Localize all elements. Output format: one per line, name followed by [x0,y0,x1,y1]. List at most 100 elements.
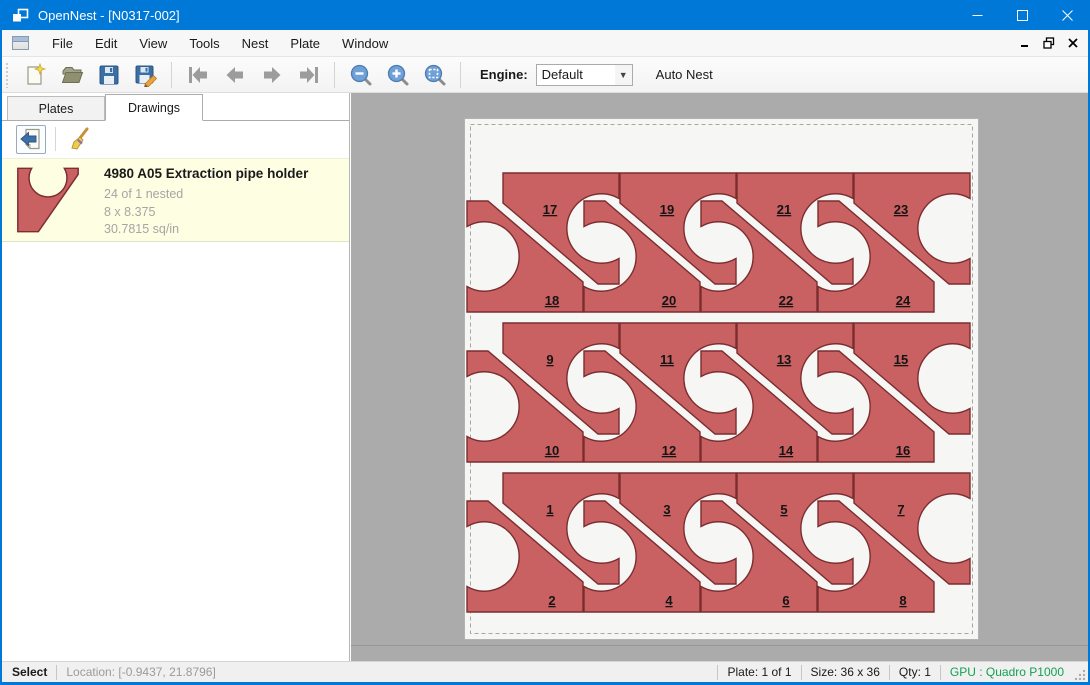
document-arrow-left-icon [19,127,43,151]
toolbar-separator [171,62,172,88]
status-separator [889,665,890,680]
status-size: Size: 36 x 36 [811,665,880,679]
tab-drawings[interactable]: Drawings [105,94,203,121]
status-mode: Select [12,665,47,679]
resize-grip[interactable] [1072,667,1086,681]
part-number-label: 2 [548,593,555,608]
part-number-label: 15 [894,352,908,367]
part-number-label: 4 [665,593,673,608]
chevron-down-icon[interactable]: ▼ [615,65,632,85]
go-first-icon [186,63,210,87]
toolbar-separator [334,62,335,88]
part-number-label: 1 [546,502,553,517]
status-plate: Plate: 1 of 1 [727,665,791,679]
part-number-label: 14 [779,443,794,458]
part-number-label: 13 [777,352,791,367]
clean-button[interactable] [65,125,95,154]
save-as-button[interactable] [127,59,164,91]
go-previous-button[interactable] [216,59,253,91]
part-area: 30.7815 sq/in [104,221,308,239]
menu-item-window[interactable]: Window [331,31,399,56]
broom-icon [68,127,92,151]
menu-item-file[interactable]: File [41,31,84,56]
main-toolbar: Engine: Default ▼ Auto Nest [2,57,1088,93]
engine-label: Engine: [480,67,528,82]
menu-item-view[interactable]: View [128,31,178,56]
menu-item-plate[interactable]: Plate [279,31,331,56]
app-icon [12,8,29,23]
application-window: OpenNest - [N0317-002] File Edit View To… [0,0,1090,685]
part-number-label: 19 [660,202,674,217]
go-previous-icon [223,63,247,87]
status-gpu: GPU : Quadro P1000 [950,665,1064,679]
mdi-minimize-button[interactable] [1016,35,1034,51]
part-number-label: 21 [777,202,791,217]
zoom-out-icon [349,63,373,87]
import-drawing-button[interactable] [16,125,46,154]
part-number-label: 16 [896,443,910,458]
mdi-document-icon [12,36,29,50]
status-qty: Qty: 1 [899,665,931,679]
sidebar-tabs: Plates Drawings [2,93,349,121]
menu-item-edit[interactable]: Edit [84,31,128,56]
part-number-label: 8 [899,593,906,608]
part-number-label: 5 [780,502,787,517]
close-button[interactable] [1045,0,1090,30]
part-number-label: 10 [545,443,559,458]
part-number-label: 18 [545,293,559,308]
plate[interactable]: 171819202122232491011121314151612345678 [464,118,979,640]
go-last-icon [297,63,321,87]
engine-value: Default [537,67,615,82]
part-number-label: 7 [897,502,904,517]
open-folder-icon [60,63,84,87]
part-title: 4980 A05 Extraction pipe holder [104,166,308,181]
menu-item-tools[interactable]: Tools [178,31,230,56]
nest-canvas[interactable]: 171819202122232491011121314151612345678 [351,93,1088,661]
status-separator [56,665,57,680]
zoom-out-button[interactable] [342,59,379,91]
part-number-label: 6 [782,593,789,608]
part-nested-count: 24 of 1 nested [104,186,308,204]
go-next-button[interactable] [253,59,290,91]
zoom-fit-icon [423,63,447,87]
minimize-button[interactable] [955,0,1000,30]
engine-select[interactable]: Default ▼ [536,64,633,86]
part-number-label: 20 [662,293,676,308]
new-document-icon [23,63,47,87]
maximize-button[interactable] [1000,0,1045,30]
tab-plates[interactable]: Plates [7,96,105,120]
status-separator [940,665,941,680]
zoom-in-icon [386,63,410,87]
go-last-button[interactable] [290,59,327,91]
drawings-toolbar [2,121,349,157]
title-bar: OpenNest - [N0317-002] [0,0,1090,30]
zoom-fit-button[interactable] [416,59,453,91]
nested-parts-group: 171819202122232491011121314151612345678 [467,173,970,612]
part-number-label: 23 [894,202,908,217]
mdi-restore-button[interactable] [1040,35,1058,51]
zoom-in-button[interactable] [379,59,416,91]
part-dimensions: 8 x 8.375 [104,204,308,222]
drawing-list-item[interactable]: 4980 A05 Extraction pipe holder 24 of 1 … [2,158,349,242]
go-first-button[interactable] [179,59,216,91]
canvas-bottom-edge [351,645,1088,646]
save-edit-icon [134,63,158,87]
window-title: OpenNest - [N0317-002] [38,8,180,23]
mdi-close-button[interactable] [1064,35,1082,51]
status-location: Location: [-0.9437, 21.8796] [66,665,215,679]
toolbar-separator [460,62,461,88]
go-next-icon [260,63,284,87]
part-number-label: 9 [546,352,553,367]
status-bar: Select Location: [-0.9437, 21.8796] Plat… [2,661,1088,682]
open-button[interactable] [53,59,90,91]
menu-item-nest[interactable]: Nest [231,31,280,56]
toolbar-grip[interactable] [5,62,10,88]
save-button[interactable] [90,59,127,91]
status-separator [717,665,718,680]
part-number-label: 24 [896,293,911,308]
new-button[interactable] [16,59,53,91]
sidebar: Plates Drawings [2,93,350,661]
save-icon [97,63,121,87]
nest-svg: 171819202122232491011121314151612345678 [465,119,978,639]
auto-nest-button[interactable]: Auto Nest [648,63,721,86]
